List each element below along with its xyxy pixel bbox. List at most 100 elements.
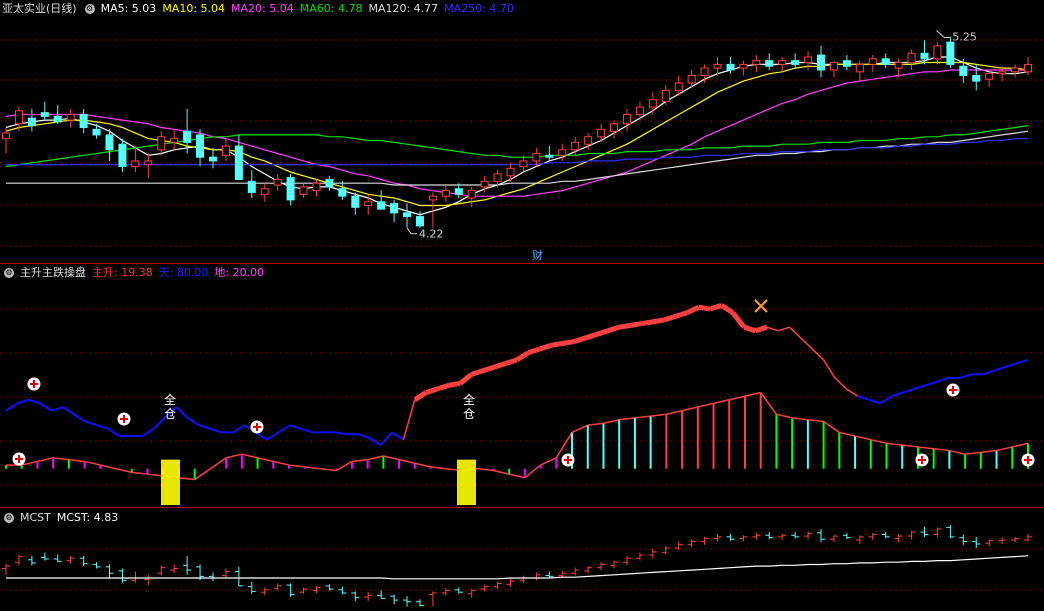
- candle-body: [597, 128, 606, 138]
- main-rise-line-segment: [62, 406, 75, 416]
- lower-line-segment: [792, 417, 808, 421]
- main-rise-line-segment: [754, 324, 768, 334]
- candle-body: [506, 167, 515, 177]
- main-rise-line-segment: [357, 433, 370, 439]
- lower-line-segment: [257, 457, 274, 463]
- lower-line-segment: [886, 442, 903, 446]
- candle-body: [351, 195, 360, 208]
- candle-body: [739, 63, 748, 69]
- main-rise-line-segment: [391, 431, 404, 441]
- main-rise-line-segment: [504, 357, 518, 366]
- candle-body: [247, 180, 256, 193]
- stock-name[interactable]: 亚太实业(日线): [2, 2, 77, 15]
- main-rise-line-segment: [448, 380, 461, 388]
- lower-line-segment: [996, 446, 1013, 452]
- main-rise-line-segment: [28, 398, 41, 405]
- candle-body: [493, 173, 502, 182]
- candle-body: [622, 114, 631, 125]
- candle-body: [2, 132, 10, 140]
- gear-icon[interactable]: ⚙: [84, 4, 95, 14]
- ma-line-ma10: [5, 61, 1029, 207]
- candle-body: [804, 56, 813, 64]
- lower-line-segment: [854, 435, 871, 441]
- ma120-label: MA120: 4.77: [368, 2, 439, 15]
- main-rise-line-segment: [800, 337, 813, 350]
- indicator-title[interactable]: 主升主跌操盘: [20, 266, 86, 279]
- lower-line-segment: [320, 467, 337, 472]
- main-rise-line-segment: [845, 388, 859, 397]
- candle-body: [713, 63, 722, 69]
- candle-body: [700, 67, 709, 77]
- main-rise-line-segment: [982, 369, 995, 376]
- candle-body: [545, 154, 554, 158]
- lower-line-segment: [351, 458, 368, 463]
- main-rise-line-segment: [107, 427, 121, 437]
- lower-line-segment: [209, 457, 227, 470]
- candle-body: [829, 62, 838, 71]
- lower-line-segment: [933, 448, 950, 452]
- quancang-label: 全: [164, 392, 176, 407]
- quancang-label: 仓: [164, 407, 176, 421]
- ma250-label: MA250: 4.70: [444, 2, 514, 15]
- main-rise-line-segment: [811, 348, 825, 361]
- high-marker-arrow: [936, 30, 951, 39]
- candle-body: [79, 114, 88, 129]
- sell-signal-icon: [754, 299, 768, 313]
- lower-line-segment: [540, 457, 557, 466]
- tian-label: 天: 80.00: [158, 266, 209, 279]
- candle-body: [286, 177, 295, 201]
- main-rise-line-segment: [436, 382, 450, 392]
- main-panel-header: 亚太实业(日线) ⚙ MA5: 5.03 MA10: 5.04 MA20: 5.04 MA…: [2, 1, 520, 17]
- full-position-bar: [457, 459, 476, 505]
- main-rise-line-segment: [743, 324, 757, 334]
- candle-body: [610, 123, 619, 132]
- candle-body: [66, 114, 75, 121]
- main-rise-line-segment: [686, 304, 700, 315]
- main-rise-line-segment: [51, 406, 64, 412]
- mcst-line: [6, 555, 1029, 580]
- main-rise-line-segment: [720, 303, 735, 315]
- lower-line-segment: [367, 455, 384, 461]
- main-rise-line-segment: [902, 387, 915, 394]
- candle-body: [674, 82, 683, 91]
- candle-body: [765, 60, 774, 67]
- candle-body: [868, 58, 877, 65]
- mcst-panel-header: ⚙ MCST MCST: 4.83: [2, 510, 124, 526]
- candle-body: [118, 143, 127, 167]
- candle-body: [584, 136, 593, 145]
- lower-line-segment: [587, 422, 604, 426]
- gear-icon[interactable]: ⚙: [4, 513, 14, 523]
- lower-line-segment: [53, 457, 69, 461]
- lower-line-segment: [131, 471, 148, 475]
- candle-body: [105, 134, 114, 151]
- lower-line-segment: [1012, 442, 1029, 448]
- high-price-marker: 5.25: [952, 31, 977, 44]
- mcst-title[interactable]: MCST: [20, 511, 51, 524]
- lower-line-segment: [619, 417, 636, 421]
- lower-line-segment: [949, 449, 966, 455]
- main-rise-line-segment: [458, 372, 474, 386]
- main-rise-line-segment: [470, 368, 484, 377]
- lower-line-segment: [147, 473, 164, 477]
- lower-line-segment: [666, 409, 683, 416]
- main-rise-line-segment: [698, 304, 711, 312]
- low-price-marker: 4.22: [419, 228, 444, 241]
- indicator-panel-header: ⚙ 主升主跌操盘 主升: 19.38 天: 80.00 地: 20.00: [2, 265, 270, 281]
- main-rise-line-segment: [959, 373, 972, 379]
- ma60-label: MA60: 4.78: [299, 2, 363, 15]
- gear-icon[interactable]: ⚙: [4, 268, 14, 278]
- candle-body: [894, 62, 903, 69]
- main-rise-line-segment: [515, 350, 530, 362]
- main-rise-line-segment: [584, 332, 598, 341]
- lower-line-segment: [508, 473, 526, 479]
- main-rise-line-segment: [289, 424, 302, 430]
- main-rise-line-segment: [641, 319, 654, 327]
- chart-canvas: 5.254.22财全仓全仓: [0, 30, 1044, 607]
- candle-body: [959, 65, 968, 77]
- candle-body: [325, 178, 334, 188]
- main-rise-line-segment: [198, 424, 211, 430]
- candle-body: [299, 186, 308, 195]
- candle-body: [364, 201, 373, 206]
- candle-body: [40, 112, 49, 117]
- di-label: 地: 20.00: [214, 266, 265, 279]
